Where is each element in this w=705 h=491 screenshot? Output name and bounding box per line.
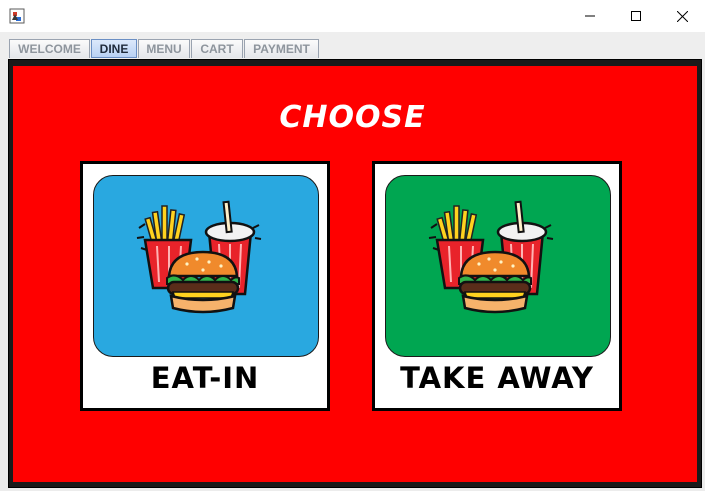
maximize-button[interactable] [613, 0, 659, 32]
close-icon [676, 10, 688, 22]
eat-in-tile [93, 175, 319, 357]
tab-menu[interactable]: MENU [138, 39, 190, 58]
title-bar [0, 0, 705, 32]
minimize-icon [585, 15, 595, 17]
take-away-tile [385, 175, 611, 357]
tab-welcome[interactable]: WELCOME [9, 39, 90, 58]
choose-heading: CHOOSE [279, 100, 426, 135]
fast-food-icon [136, 200, 262, 314]
tab-cart[interactable]: CART [191, 39, 243, 58]
take-away-button[interactable]: TAKE AWAY [372, 161, 622, 411]
close-button[interactable] [659, 0, 705, 32]
tab-dine[interactable]: DINE [91, 39, 137, 58]
eat-in-button[interactable]: EAT-IN [80, 161, 330, 411]
tab-payment[interactable]: PAYMENT [244, 39, 319, 58]
take-away-label: TAKE AWAY [400, 361, 594, 395]
fast-food-icon [428, 200, 554, 314]
tab-strip: WELCOME DINE MENU CART PAYMENT [0, 32, 705, 60]
maximize-icon [631, 11, 641, 21]
minimize-button[interactable] [567, 0, 613, 32]
eat-in-label: EAT-IN [150, 361, 260, 395]
java-app-icon [9, 8, 25, 24]
